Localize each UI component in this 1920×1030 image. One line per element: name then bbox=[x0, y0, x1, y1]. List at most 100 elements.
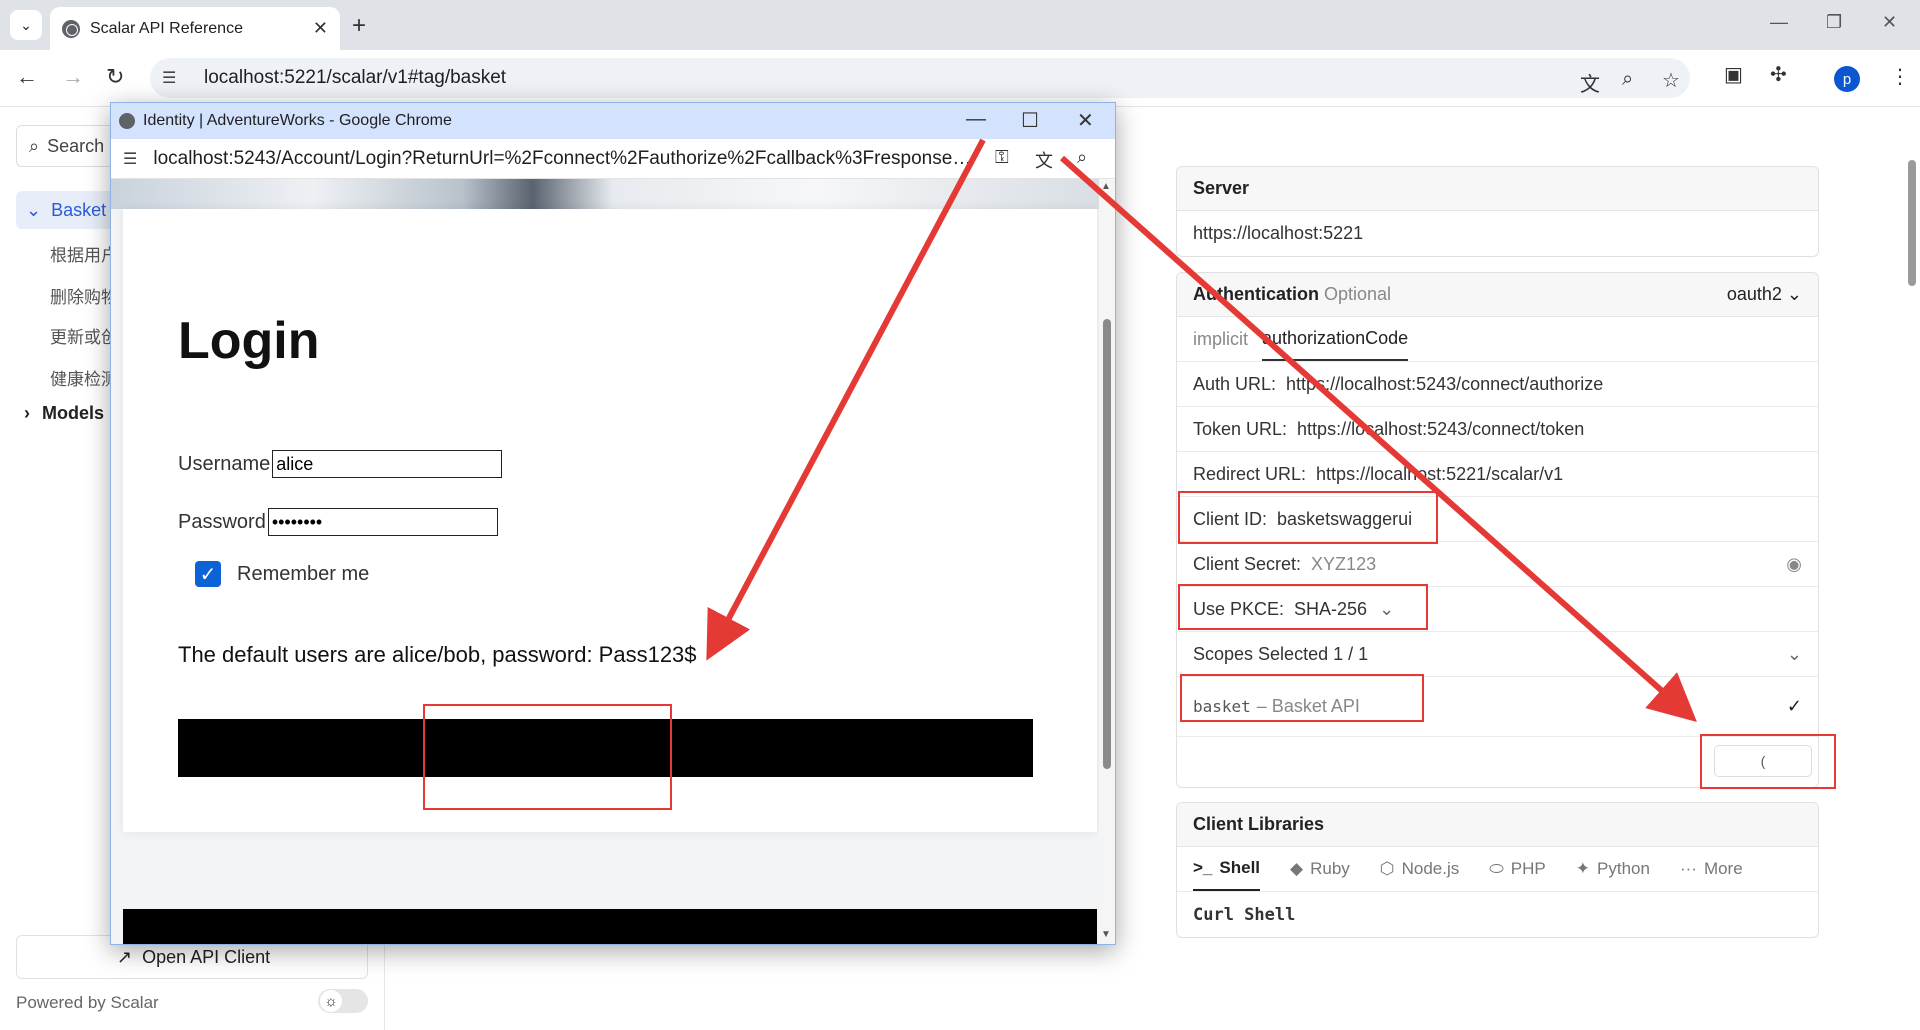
chevron-down-icon: ⌄ bbox=[20, 16, 32, 33]
tab-php[interactable]: ⬭ PHP bbox=[1489, 847, 1546, 891]
extension-app-icon[interactable]: ▣ bbox=[1724, 62, 1743, 87]
password-label: Password bbox=[178, 510, 266, 533]
login-button[interactable] bbox=[178, 719, 1033, 777]
redirect-url-row[interactable]: Redirect URL: https://localhost:5221/scal… bbox=[1177, 452, 1818, 497]
globe-icon bbox=[119, 113, 135, 129]
auth-url-value: https://localhost:5243/connect/authorize bbox=[1286, 373, 1604, 394]
client-secret-row[interactable]: Client Secret: XYZ123 ◉ bbox=[1177, 542, 1818, 587]
client-id-row[interactable]: Client ID: basketswaggerui bbox=[1177, 497, 1818, 542]
redacted-bar bbox=[123, 909, 1097, 944]
scroll-down-icon[interactable]: ▼ bbox=[1101, 929, 1111, 940]
scope-desc: – Basket API bbox=[1256, 696, 1360, 716]
python-icon: ✦ bbox=[1575, 859, 1591, 878]
auth-optional: Optional bbox=[1324, 284, 1392, 304]
page-scrollbar[interactable] bbox=[1904, 112, 1920, 1030]
tab-more[interactable]: ··· More bbox=[1680, 847, 1743, 891]
tab-scalar[interactable]: Scalar API Reference ✕ bbox=[50, 7, 340, 50]
auth-card: Authentication Optional oauth2 ⌄ implici… bbox=[1176, 272, 1819, 788]
authorize-button[interactable]: ( bbox=[1714, 745, 1812, 777]
remember-me[interactable]: ✓ Remember me bbox=[195, 561, 369, 587]
eye-icon[interactable]: ◉ bbox=[1786, 554, 1802, 575]
tab-search-button[interactable]: ⌄ bbox=[10, 10, 42, 40]
zoom-icon[interactable]: ⌕ bbox=[1622, 68, 1633, 91]
minimize-icon[interactable]: — bbox=[966, 108, 986, 131]
profile-avatar[interactable]: p bbox=[1834, 66, 1860, 92]
login-popup-window: Identity | AdventureWorks - Google Chrom… bbox=[110, 102, 1116, 945]
sidebar-subitem[interactable]: 删除购物 bbox=[50, 283, 118, 308]
tab-implicit[interactable]: implicit bbox=[1193, 317, 1248, 361]
redirect-url-label: Redirect URL: bbox=[1193, 463, 1307, 484]
tab-ruby[interactable]: ◆ Ruby bbox=[1290, 847, 1350, 891]
server-url[interactable]: https://localhost:5221 bbox=[1177, 211, 1818, 256]
site-settings-icon[interactable]: ☰ bbox=[162, 68, 184, 88]
tab-label: PHP bbox=[1510, 859, 1546, 878]
theme-toggle[interactable]: ☼ bbox=[318, 989, 368, 1013]
sidebar-item-label: Models bbox=[42, 403, 105, 423]
auth-heading: Authentication bbox=[1193, 284, 1319, 304]
username-input[interactable] bbox=[272, 450, 503, 478]
close-icon[interactable]: ✕ bbox=[313, 18, 328, 39]
username-field: Username bbox=[178, 450, 503, 478]
powered-by[interactable]: Powered by Scalar bbox=[16, 993, 159, 1013]
remember-me-checkbox[interactable]: ✓ bbox=[195, 561, 221, 587]
client-id-value: basketswaggerui bbox=[1277, 508, 1413, 529]
client-libraries-card: Client Libraries >_ Shell ◆ Ruby ⬡ Node.js … bbox=[1176, 802, 1819, 938]
zoom-icon[interactable]: ⌕ bbox=[1077, 147, 1087, 168]
popup-scrollbar[interactable]: ▲ ▼ bbox=[1099, 179, 1115, 944]
search-icon: ⌕ bbox=[29, 135, 40, 156]
reload-button[interactable]: ↻ bbox=[106, 64, 124, 90]
popup-address-bar[interactable]: ☰ localhost:5243/Account/Login?ReturnUrl… bbox=[111, 139, 1115, 179]
minimize-icon[interactable]: — bbox=[1770, 12, 1788, 33]
token-url-label: Token URL: bbox=[1193, 418, 1288, 439]
restore-icon[interactable]: ❐ bbox=[1826, 12, 1842, 33]
extensions-puzzle-icon[interactable]: ✣ bbox=[1770, 62, 1787, 87]
tab-label: Ruby bbox=[1310, 859, 1350, 878]
sidebar-subitem[interactable]: 根据用户 bbox=[50, 241, 118, 266]
tab-python[interactable]: ✦ Python bbox=[1576, 847, 1650, 891]
forward-button[interactable]: → bbox=[62, 64, 84, 90]
arrow-up-right-icon: ↗ bbox=[117, 946, 133, 967]
tab-shell[interactable]: >_ Shell bbox=[1193, 847, 1261, 891]
sidebar-item-models[interactable]: › Models bbox=[24, 403, 104, 424]
remember-me-label: Remember me bbox=[237, 562, 370, 585]
menu-kebab-icon[interactable]: ⋮ bbox=[1890, 64, 1910, 89]
password-input[interactable] bbox=[267, 508, 498, 536]
scroll-up-icon[interactable]: ▲ bbox=[1101, 181, 1111, 192]
tab-authorization-code[interactable]: authorizationCode bbox=[1262, 317, 1409, 361]
new-tab-button[interactable]: + bbox=[352, 12, 366, 40]
sidebar-subitem[interactable]: 更新或创 bbox=[50, 323, 118, 348]
auth-url-row[interactable]: Auth URL: https://localhost:5243/connect/… bbox=[1177, 362, 1818, 407]
back-button[interactable]: ← bbox=[16, 64, 38, 90]
close-icon[interactable]: ✕ bbox=[1077, 108, 1094, 133]
chevron-right-icon: › bbox=[24, 403, 30, 423]
address-bar[interactable]: ☰ localhost:5221/scalar/v1#tag/basket 文 … bbox=[150, 58, 1690, 98]
login-heading: Login bbox=[178, 312, 320, 370]
popup-titlebar[interactable]: Identity | AdventureWorks - Google Chrom… bbox=[111, 103, 1115, 139]
popup-page: Login Username Password ✓ Remember me Th… bbox=[111, 179, 1115, 944]
scope-item[interactable]: basket – Basket API ✓ bbox=[1177, 677, 1818, 737]
browser-toolbar: ← → ↻ ☰ localhost:5221/scalar/v1#tag/bas… bbox=[0, 50, 1920, 107]
tab-nodejs[interactable]: ⬡ Node.js bbox=[1380, 847, 1459, 891]
translate-icon[interactable]: 文 bbox=[1580, 68, 1600, 97]
auth-scheme-select[interactable]: oauth2 ⌄ bbox=[1727, 284, 1802, 305]
key-icon[interactable]: ⚿ bbox=[995, 147, 1009, 168]
sidebar-subitem[interactable]: 健康检测 bbox=[50, 365, 118, 390]
close-window-icon[interactable]: ✕ bbox=[1882, 12, 1897, 33]
terminal-icon: >_ bbox=[1193, 858, 1213, 877]
default-users-hint: The default users are alice/bob, passwor… bbox=[178, 642, 697, 667]
maximize-icon[interactable]: ☐ bbox=[1021, 108, 1039, 133]
sidebar-item-label: Basket bbox=[51, 199, 107, 220]
background-image bbox=[111, 179, 1115, 209]
pkce-row[interactable]: Use PKCE: SHA-256 ⌄ bbox=[1177, 587, 1818, 632]
client-secret-label: Client Secret: bbox=[1193, 553, 1302, 574]
token-url-row[interactable]: Token URL: https://localhost:5243/connect… bbox=[1177, 407, 1818, 452]
site-settings-icon[interactable]: ☰ bbox=[123, 149, 137, 169]
scope-name: basket bbox=[1193, 697, 1251, 716]
password-field: Password bbox=[178, 508, 498, 536]
scrollbar-thumb[interactable] bbox=[1908, 160, 1916, 286]
bookmark-star-icon[interactable]: ☆ bbox=[1662, 68, 1680, 93]
popup-scrollbar-thumb[interactable] bbox=[1103, 319, 1111, 769]
translate-icon[interactable]: 文 bbox=[1035, 147, 1053, 173]
redirect-url-value: https://localhost:5221/scalar/v1 bbox=[1316, 463, 1564, 484]
scopes-row[interactable]: Scopes Selected 1 / 1 ⌄ bbox=[1177, 632, 1818, 677]
